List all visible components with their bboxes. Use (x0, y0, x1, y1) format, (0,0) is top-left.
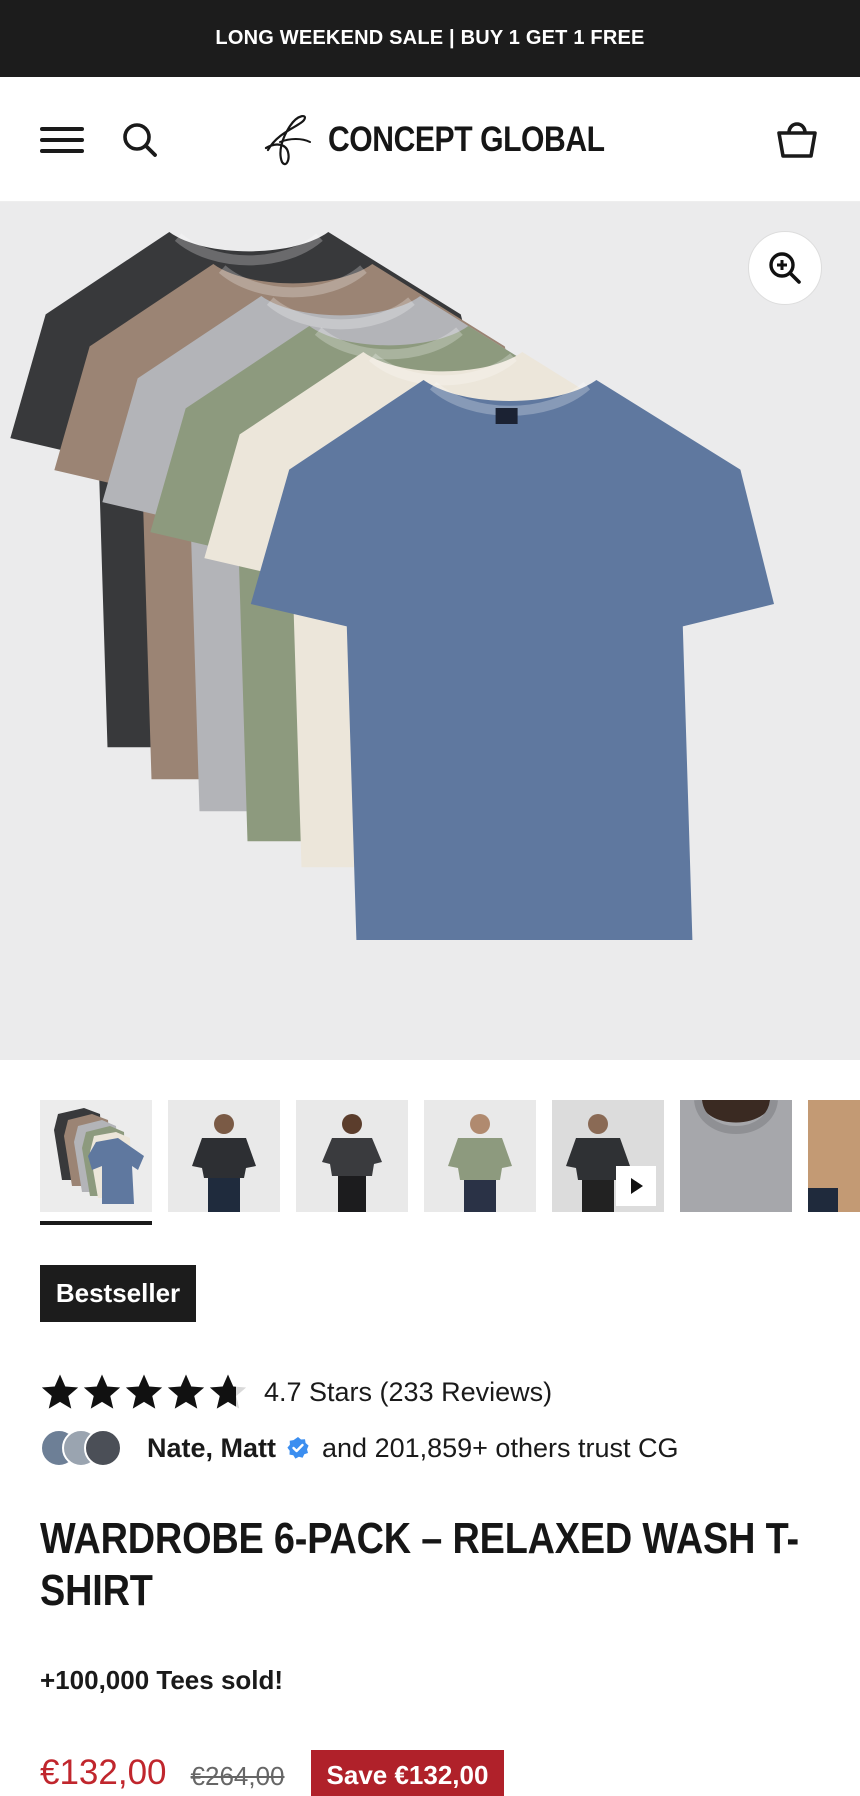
trust-text: and 201,859+ others trust CG (322, 1432, 679, 1463)
verified-badge-icon (287, 1437, 309, 1459)
save-badge: Save €132,00 (310, 1750, 505, 1796)
cart-icon[interactable] (774, 117, 820, 161)
rating-row[interactable]: 4.7 Stars (233 Reviews) (40, 1372, 552, 1412)
thumbnail-6pack[interactable] (40, 1100, 152, 1212)
star-rating (40, 1372, 248, 1412)
thumbnail-collar-detail[interactable] (680, 1100, 792, 1212)
brand-name: CONCEPT GLOBAL (328, 120, 605, 159)
star-icon (125, 1374, 163, 1409)
zoom-button[interactable] (748, 231, 822, 305)
bestseller-badge: Bestseller (40, 1265, 196, 1322)
thumbnail-strip (40, 1100, 860, 1214)
zoom-in-icon (769, 252, 801, 284)
thumbnail-female-model[interactable] (296, 1100, 408, 1212)
product-hero-image[interactable] (0, 202, 860, 1060)
active-thumbnail-indicator (40, 1221, 152, 1225)
avatar-group (40, 1427, 125, 1469)
brand-logo[interactable]: CONCEPT GLOBAL (260, 110, 650, 170)
trust-names: Nate, Matt (147, 1432, 277, 1463)
price-row: €132,00 €264,00 Save €132,00 (40, 1750, 505, 1796)
product-title: WARDROBE 6-PACK – RELAXED WASH T- SHIRT (40, 1513, 814, 1617)
social-proof: Nate, Matt and 201,859+ others trust CG (40, 1425, 679, 1471)
product-title-line: SHIRT (40, 1566, 153, 1615)
star-icon (167, 1374, 205, 1409)
site-header: CONCEPT GLOBAL (0, 77, 860, 202)
product-title-line: WARDROBE 6-PACK – RELAXED WASH T- (40, 1514, 799, 1563)
avatar (84, 1429, 122, 1467)
thumbnail-model-olive[interactable] (424, 1100, 536, 1212)
star-icon (209, 1374, 247, 1409)
sold-count: +100,000 Tees sold! (40, 1665, 284, 1695)
announcement-text: LONG WEEKEND SALE | BUY 1 GET 1 FREE (215, 27, 645, 49)
logo-mark-icon (264, 115, 311, 166)
hamburger-menu-icon[interactable] (40, 125, 84, 155)
sale-price: €132,00 (40, 1753, 167, 1792)
thumbnail-model-charcoal[interactable] (168, 1100, 280, 1212)
search-icon[interactable] (120, 120, 160, 160)
thumbnail-brown[interactable] (808, 1100, 860, 1212)
star-icon (83, 1374, 121, 1409)
announcement-bar: LONG WEEKEND SALE | BUY 1 GET 1 FREE (0, 0, 860, 77)
tshirt-stack-illustration (10, 232, 775, 940)
neck-label (495, 408, 518, 424)
star-icon (41, 1374, 79, 1409)
rating-text: 4.7 Stars (233 Reviews) (264, 1376, 553, 1407)
thumbnail-video[interactable] (552, 1100, 664, 1212)
compare-at-price: €264,00 (190, 1761, 285, 1791)
badge-label: Bestseller (55, 1278, 181, 1308)
